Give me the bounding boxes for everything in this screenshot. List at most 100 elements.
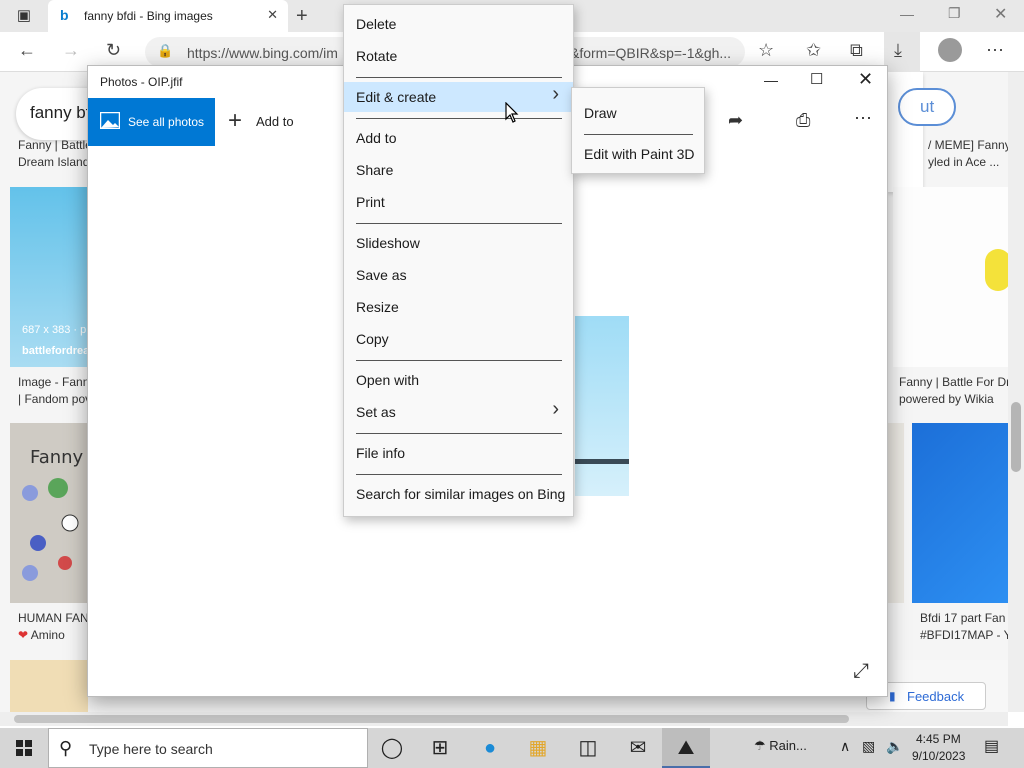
menu-item-copy[interactable]: Copy xyxy=(344,324,573,354)
menu-item-rotate[interactable]: Rotate xyxy=(344,41,573,71)
submenu-item-edit-with-paint-3d[interactable]: Edit with Paint 3D xyxy=(572,139,704,169)
result-caption[interactable]: Image - Fann | Fandom pov xyxy=(18,374,91,408)
windows-taskbar: ⚲ Type here to search ◯ ⊞ ● ▦ ◫ ✉ ⛰ ☂ Ra… xyxy=(0,728,1024,768)
scrollbar-thumb[interactable] xyxy=(1011,402,1021,472)
collections-icon[interactable]: ⧉ xyxy=(850,40,863,61)
result-caption[interactable]: Fanny | Battle For Dr powered by Wikia xyxy=(899,374,1010,408)
menu-item-label: Search for similar images on Bing xyxy=(356,486,566,502)
close-icon[interactable]: ✕ xyxy=(858,69,873,90)
maximize-icon[interactable]: ☐ xyxy=(810,70,823,88)
result-thumbnail[interactable] xyxy=(10,660,88,712)
menu-item-slideshow[interactable]: Slideshow xyxy=(344,228,573,258)
menu-item-search-for-similar-images-on-bing[interactable]: Search for similar images on Bing xyxy=(344,479,573,509)
menu-item-file-info[interactable]: File info xyxy=(344,438,573,468)
favorites-icon[interactable]: ✩ xyxy=(806,40,821,61)
menu-item-label: Print xyxy=(356,194,385,210)
start-button[interactable] xyxy=(0,728,48,768)
menu-item-edit-create[interactable]: Edit & create › xyxy=(344,82,573,112)
photos-app-icon[interactable]: ⛰ xyxy=(662,728,710,768)
result-source: battlefordrea xyxy=(22,345,90,357)
downloads-icon[interactable]: ⤓ xyxy=(894,40,902,61)
menu-item-set-as[interactable]: Set as › xyxy=(344,397,573,427)
lock-icon[interactable]: 🔒 xyxy=(157,43,173,59)
menu-item-label: Save as xyxy=(356,267,407,283)
tab-close-icon[interactable]: ✕ xyxy=(267,7,278,23)
profile-avatar[interactable] xyxy=(938,38,962,62)
menu-item-open-with[interactable]: Open with xyxy=(344,365,573,395)
bing-search-text: fanny bf xyxy=(30,103,91,122)
forward-icon[interactable]: → xyxy=(62,40,80,61)
menu-item-label: Edit & create xyxy=(356,89,437,105)
result-thumbnail[interactable] xyxy=(893,187,1011,367)
tab-actions-icon[interactable]: ▣ xyxy=(10,6,38,26)
mail-icon[interactable]: ✉ xyxy=(614,728,662,768)
menu-separator xyxy=(356,360,562,361)
result-thumbnail[interactable]: Fanny xyxy=(10,423,88,603)
notifications-icon[interactable]: ▤ xyxy=(984,736,999,756)
result-caption[interactable]: Bfdi 17 part Fan #BFDI17MAP - Y xyxy=(920,610,1012,644)
svg-text:Fanny: Fanny xyxy=(30,447,84,468)
microsoft-store-icon[interactable]: ◫ xyxy=(564,728,612,768)
minimize-icon[interactable]: — xyxy=(764,72,778,88)
add-to-button[interactable]: + Add to xyxy=(226,106,306,138)
result-thumbnail[interactable] xyxy=(912,423,1008,603)
menu-separator xyxy=(356,118,562,119)
result-caption[interactable]: HUMAN FAN ❤ Amino xyxy=(18,610,89,644)
browser-minimize-icon[interactable]: — xyxy=(900,6,914,22)
taskbar-search-box[interactable]: ⚲ Type here to search xyxy=(48,728,368,768)
menu-item-save-as[interactable]: Save as xyxy=(344,260,573,290)
more-options-icon[interactable]: ⋯ xyxy=(854,108,873,129)
edge-browser-icon[interactable]: ● xyxy=(466,728,514,768)
plus-icon: + xyxy=(228,107,243,134)
menu-item-resize[interactable]: Resize xyxy=(344,292,573,322)
taskbar-search-placeholder: Type here to search xyxy=(89,741,213,757)
feedback-label: Feedback xyxy=(907,689,965,704)
mouse-cursor-icon xyxy=(505,102,519,123)
result-caption[interactable]: / MEME] Fanny yled in Ace ... xyxy=(928,137,1011,171)
browser-restore-icon[interactable]: ❐ xyxy=(948,5,961,22)
weather-widget[interactable]: ☂ Rain... xyxy=(754,738,807,754)
menu-item-delete[interactable]: Delete xyxy=(344,9,573,39)
menu-item-label: Copy xyxy=(356,331,389,347)
cortana-icon[interactable]: ◯ xyxy=(368,728,416,768)
new-tab-icon[interactable]: + xyxy=(296,5,308,28)
network-icon[interactable]: ▧ xyxy=(862,738,875,755)
menu-item-print[interactable]: Print xyxy=(344,187,573,217)
menu-item-label: Edit with Paint 3D xyxy=(584,146,695,162)
print-icon[interactable]: ⎙ xyxy=(796,110,810,131)
task-view-icon[interactable]: ⊞ xyxy=(416,728,464,768)
share-icon[interactable]: ➦ xyxy=(728,110,743,131)
result-caption[interactable]: Fanny | Battle Dream Island xyxy=(18,137,92,171)
browser-tab[interactable]: b fanny bfdi - Bing images ✕ xyxy=(48,0,288,32)
menu-item-add-to[interactable]: Add to xyxy=(344,123,573,153)
clock-date[interactable]: 9/10/2023 xyxy=(912,749,965,763)
result-thumbnail[interactable]: 687 x 383 · p battlefordrea xyxy=(10,187,90,367)
scrollbar-thumb[interactable] xyxy=(14,715,849,723)
feedback-icon: ▮ xyxy=(889,689,896,703)
see-all-photos-button[interactable]: See all photos xyxy=(88,98,215,146)
result-thumbnail[interactable] xyxy=(888,423,904,603)
menu-separator xyxy=(356,223,562,224)
window-title: Photos - OIP.jfif xyxy=(100,75,183,89)
photo-gallery-icon xyxy=(100,112,120,129)
expand-icon[interactable]: ⤢ xyxy=(853,660,869,683)
file-explorer-icon[interactable]: ▦ xyxy=(514,728,562,768)
add-favorite-icon[interactable]: ☆ xyxy=(758,40,774,61)
volume-icon[interactable]: 🔈 xyxy=(886,738,903,755)
back-icon[interactable]: ← xyxy=(18,40,36,61)
menu-item-share[interactable]: Share xyxy=(344,155,573,185)
see-all-photos-label: See all photos xyxy=(128,115,205,129)
menu-item-label: Share xyxy=(356,162,394,178)
windows-logo-icon xyxy=(16,740,32,756)
clock-time[interactable]: 4:45 PM xyxy=(916,732,961,746)
browser-close-icon[interactable]: ✕ xyxy=(994,4,1007,24)
submenu-item-draw[interactable]: Draw xyxy=(572,98,704,128)
menu-item-label: Set as xyxy=(356,404,396,420)
displayed-photo xyxy=(575,316,629,496)
umbrella-icon: ☂ xyxy=(754,738,766,753)
refresh-icon[interactable]: ↻ xyxy=(106,40,121,61)
show-hidden-icons-icon[interactable]: ∧ xyxy=(840,738,850,755)
page-horizontal-scrollbar[interactable] xyxy=(0,712,1008,726)
settings-more-icon[interactable]: ⋯ xyxy=(986,40,1004,61)
page-vertical-scrollbar[interactable] xyxy=(1008,72,1024,712)
